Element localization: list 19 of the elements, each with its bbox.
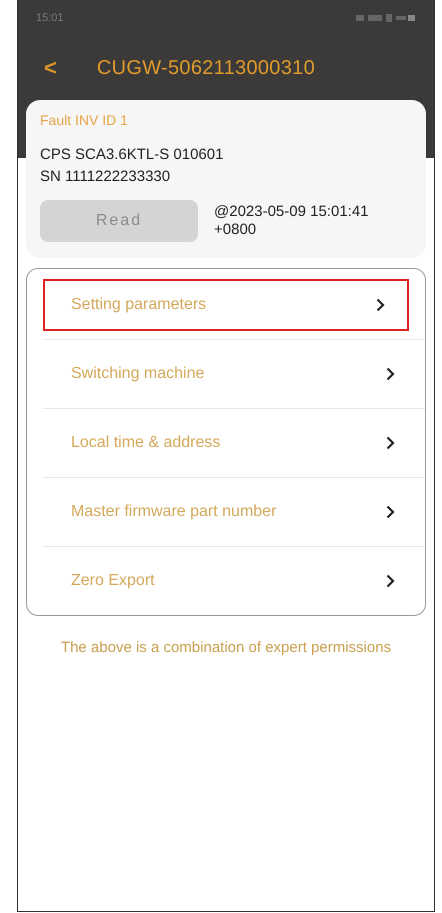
menu-item[interactable]: Setting parameters — [43, 279, 409, 331]
status-time: 15:01 — [36, 12, 64, 24]
read-timestamp: @2023-05-09 15:01:41 +0800 — [214, 203, 370, 239]
chevron-icon — [386, 574, 395, 588]
status-icons — [356, 13, 416, 23]
chevron-icon — [386, 505, 395, 519]
model-text: CPS SCA3.6KTL-S 010601 — [40, 145, 224, 165]
permissions-note: The above is a combination of expert permissions — [60, 638, 392, 658]
menu-item[interactable]: Switching machine — [43, 339, 425, 408]
menu-item[interactable]: Local time & address — [43, 408, 425, 477]
chevron-icon — [386, 436, 395, 450]
back-button[interactable]: < — [44, 55, 57, 81]
menu-item[interactable]: Master firmware part number — [43, 477, 425, 546]
chevron-icon — [386, 367, 395, 381]
menu-item[interactable]: Zero Export — [43, 546, 425, 615]
chevron-icon — [376, 298, 385, 312]
fault-label: Fault INV ID 1 — [40, 112, 129, 128]
page-title: CUGW-5062113000310 — [96, 56, 315, 80]
serial-number: SN 1111222233330 — [40, 167, 172, 187]
